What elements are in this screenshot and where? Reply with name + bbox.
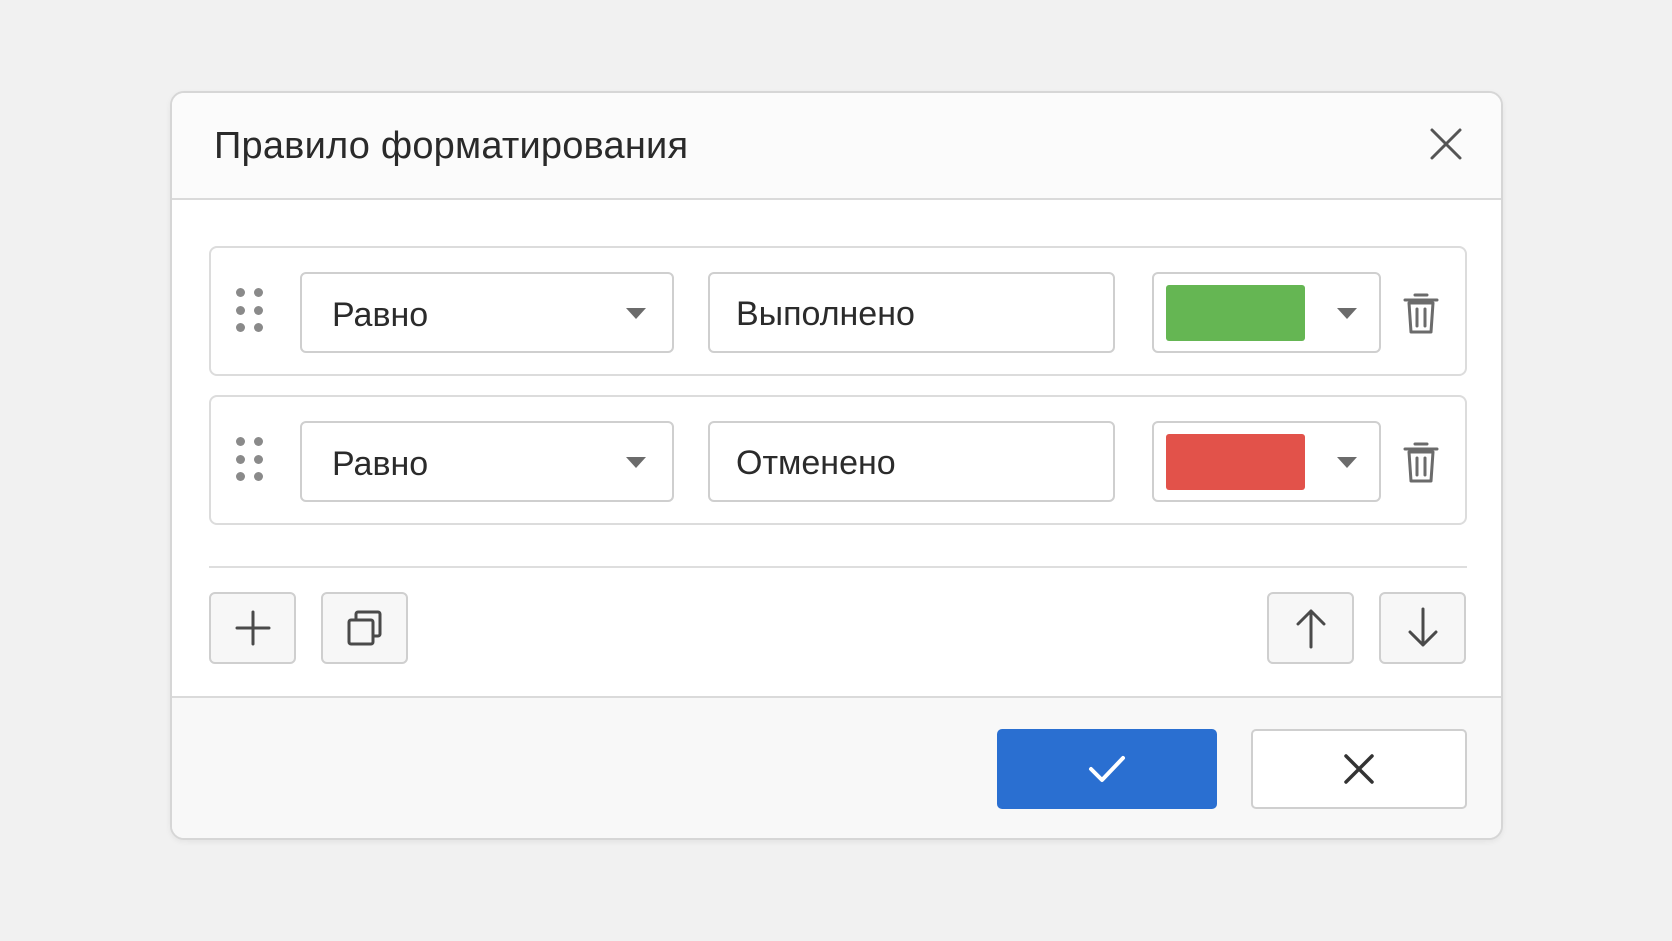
drag-handle-icon[interactable]	[236, 288, 266, 334]
value-input[interactable]	[708, 421, 1115, 502]
formatting-rule-dialog: Правило форматирования Равно Выполнено Р…	[170, 91, 1503, 840]
value-input-field[interactable]	[736, 294, 1096, 334]
duplicate-rule-button[interactable]	[321, 592, 408, 664]
arrow-down-icon	[1408, 607, 1437, 647]
dialog-footer	[172, 696, 1501, 838]
color-swatch	[1166, 434, 1305, 490]
drag-handle-icon[interactable]	[236, 437, 266, 483]
color-swatch	[1166, 285, 1305, 341]
cancel-button[interactable]	[1251, 729, 1467, 809]
value-input[interactable]	[708, 272, 1115, 353]
copy-icon	[347, 610, 381, 646]
chevron-down-icon	[1337, 308, 1357, 319]
condition-select[interactable]: Равно	[300, 272, 674, 353]
color-picker[interactable]	[1152, 421, 1381, 502]
plus-icon	[235, 610, 270, 646]
chevron-down-icon	[626, 308, 646, 319]
value-input-field[interactable]	[736, 443, 1096, 483]
divider	[209, 566, 1467, 568]
trash-icon	[1403, 442, 1439, 483]
move-down-button[interactable]	[1379, 592, 1466, 664]
dialog-header: Правило форматирования	[172, 93, 1501, 200]
rule-row: Равно	[209, 395, 1467, 525]
delete-rule-button[interactable]	[1400, 439, 1442, 485]
chevron-down-icon	[626, 457, 646, 468]
close-icon	[1344, 754, 1374, 784]
move-up-button[interactable]	[1267, 592, 1354, 664]
arrow-up-icon	[1296, 609, 1325, 649]
confirm-button[interactable]	[997, 729, 1217, 809]
condition-select-value: Равно	[332, 296, 429, 334]
chevron-down-icon	[1337, 457, 1357, 468]
dialog-title: Правило форматирования	[214, 125, 689, 167]
condition-select[interactable]: Равно	[300, 421, 674, 502]
check-icon	[1089, 756, 1125, 782]
condition-select-value: Равно	[332, 445, 429, 483]
trash-icon	[1403, 293, 1439, 334]
dialog-close-button[interactable]	[1429, 127, 1463, 161]
color-picker[interactable]	[1152, 272, 1381, 353]
delete-rule-button[interactable]	[1400, 290, 1442, 336]
rule-row: Равно	[209, 246, 1467, 376]
close-icon	[1430, 128, 1462, 160]
add-rule-button[interactable]	[209, 592, 296, 664]
